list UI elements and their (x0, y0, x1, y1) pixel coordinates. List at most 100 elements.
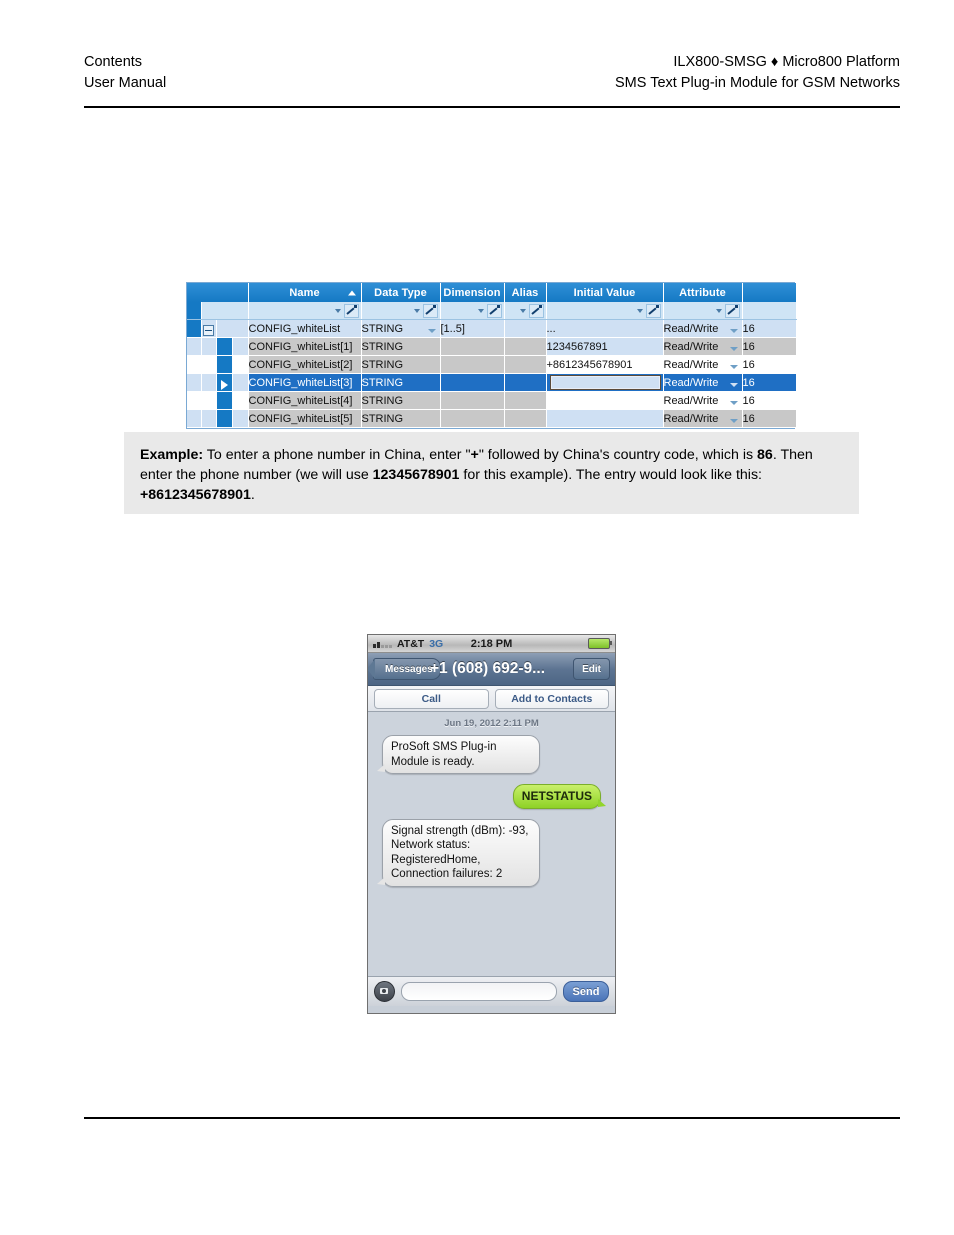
expand-toggle[interactable] (201, 319, 217, 338)
chevron-down-icon[interactable] (427, 328, 436, 333)
cell-name[interactable]: CONFIG_whiteList (248, 319, 362, 338)
column-header-attribute[interactable]: Attribute (663, 283, 743, 302)
cell-alias[interactable] (504, 355, 547, 374)
initial-value-input[interactable] (549, 375, 661, 390)
chevron-down-icon[interactable] (715, 308, 722, 313)
message-list[interactable]: Jun 19, 2012 2:11 PM ProSoft SMS Plug-in… (368, 712, 615, 976)
cell-alias[interactable] (504, 373, 547, 392)
filter-edit-icon[interactable] (645, 303, 661, 318)
cell-data-type[interactable]: STRING (361, 373, 441, 392)
cell-alias[interactable] (504, 391, 547, 410)
cell-alias[interactable] (504, 337, 547, 356)
cell-attribute[interactable]: Read/Write (663, 409, 743, 428)
cell-name[interactable]: CONFIG_whiteList[2] (248, 355, 362, 374)
cell-name[interactable]: CONFIG_whiteList[3] (248, 373, 362, 392)
column-header-data-type[interactable]: Data Type (361, 283, 441, 302)
table-row[interactable]: CONFIG_whiteList[2] STRING +861234567890… (187, 355, 797, 374)
add-to-contacts-button[interactable]: Add to Contacts (494, 688, 609, 709)
chevron-down-icon[interactable] (477, 308, 484, 313)
cell-data-type[interactable]: STRING (361, 337, 441, 356)
cell-initial-value[interactable]: +8612345678901 (546, 355, 664, 374)
filter-edit-icon[interactable] (724, 303, 740, 318)
row-selector[interactable] (187, 337, 202, 356)
column-header-dimension[interactable]: Dimension (440, 283, 505, 302)
cell-dimension[interactable] (440, 409, 505, 428)
header-right: ILX800-SMSG ♦ Micro800 Platform SMS Text… (615, 52, 900, 94)
cell-trailing: 16 (742, 319, 797, 338)
chevron-down-icon[interactable] (519, 308, 526, 313)
column-header-alias[interactable]: Alias (504, 283, 547, 302)
filter-edit-icon[interactable] (486, 303, 502, 318)
chevron-down-icon[interactable] (729, 418, 738, 423)
callout-label: Example: (140, 447, 204, 463)
call-button[interactable]: Call (374, 688, 489, 709)
column-header-initial-value[interactable]: Initial Value (546, 283, 664, 302)
cell-attribute[interactable]: Read/Write (663, 355, 743, 374)
filter-edit-icon[interactable] (422, 303, 438, 318)
filter-dimension[interactable] (440, 302, 505, 320)
cell-initial-value[interactable]: ... (546, 319, 664, 338)
cell-attribute[interactable]: Read/Write (663, 391, 743, 410)
cell-dimension[interactable] (440, 391, 505, 410)
collapse-minus-icon[interactable] (203, 325, 214, 336)
chevron-down-icon[interactable] (729, 364, 738, 369)
cell-dimension[interactable] (440, 355, 505, 374)
row-selector[interactable] (187, 319, 202, 338)
filter-edit-icon[interactable] (343, 303, 359, 318)
row-selector[interactable] (187, 391, 202, 410)
cell-name[interactable]: CONFIG_whiteList[4] (248, 391, 362, 410)
table-row-selected[interactable]: CONFIG_whiteList[3] STRING Read/Write 16 (187, 373, 797, 392)
filter-attribute[interactable] (663, 302, 743, 320)
cell-alias[interactable] (504, 409, 547, 428)
chevron-down-icon[interactable] (636, 308, 643, 313)
message-input[interactable] (401, 982, 557, 1001)
grid-filter-row[interactable] (187, 302, 797, 320)
variable-grid[interactable]: Name Data Type Dimension Alias Initial V… (186, 282, 797, 429)
row-selector[interactable] (187, 355, 202, 374)
filter-edit-icon[interactable] (528, 303, 544, 318)
cell-attribute[interactable]: Read/Write (663, 373, 743, 392)
chevron-down-icon[interactable] (729, 346, 738, 351)
row-selector[interactable] (187, 373, 202, 392)
message-bubble-incoming[interactable]: Signal strength (dBm): -93, Network stat… (377, 818, 540, 887)
cell-name[interactable]: CONFIG_whiteList[1] (248, 337, 362, 356)
cell-initial-value[interactable]: 1234567891 (546, 337, 664, 356)
cell-alias[interactable] (504, 319, 547, 338)
table-row[interactable]: CONFIG_whiteList STRING [1..5] ... Read/… (187, 319, 797, 338)
expand-toggle (201, 409, 217, 428)
send-button[interactable]: Send (563, 981, 609, 1002)
message-bubble-incoming[interactable]: ProSoft SMS Plug-in Module is ready. (377, 735, 540, 774)
cell-dimension[interactable]: [1..5] (440, 319, 505, 338)
row-selector[interactable] (187, 409, 202, 428)
message-bubble-outgoing[interactable]: NETSTATUS (512, 784, 607, 809)
chevron-down-icon[interactable] (729, 400, 738, 405)
cell-initial-value[interactable] (546, 409, 664, 428)
header-left-line1: Contents (84, 54, 143, 70)
chevron-down-icon[interactable] (334, 308, 341, 313)
cell-attribute[interactable]: Read/Write (663, 337, 743, 356)
column-header-name[interactable]: Name (248, 283, 362, 302)
table-row[interactable]: CONFIG_whiteList[1] STRING 1234567891 Re… (187, 337, 797, 356)
camera-icon[interactable] (374, 981, 395, 1002)
cell-data-type[interactable]: STRING (361, 391, 441, 410)
filter-initial-value[interactable] (546, 302, 664, 320)
table-row[interactable]: CONFIG_whiteList[4] STRING Read/Write 16 (187, 391, 797, 410)
chevron-down-icon[interactable] (729, 382, 738, 387)
filter-data-type[interactable] (361, 302, 441, 320)
cell-data-type[interactable]: STRING (361, 355, 441, 374)
table-row[interactable]: CONFIG_whiteList[5] STRING Read/Write 16 (187, 409, 797, 428)
cell-dimension[interactable] (440, 373, 505, 392)
cell-initial-value-editing[interactable] (546, 373, 664, 392)
cell-dimension[interactable] (440, 337, 505, 356)
cell-attribute[interactable]: Read/Write (663, 319, 743, 338)
cell-data-type[interactable]: STRING (361, 319, 441, 338)
cell-name[interactable]: CONFIG_whiteList[5] (248, 409, 362, 428)
chevron-down-icon[interactable] (729, 328, 738, 333)
filter-name[interactable] (248, 302, 362, 320)
chevron-down-icon[interactable] (413, 308, 420, 313)
cell-initial-value[interactable] (546, 391, 664, 410)
callout-text-5: . (250, 487, 255, 503)
cell-data-type[interactable]: STRING (361, 409, 441, 428)
filter-alias[interactable] (504, 302, 547, 320)
edit-button[interactable]: Edit (573, 658, 610, 680)
